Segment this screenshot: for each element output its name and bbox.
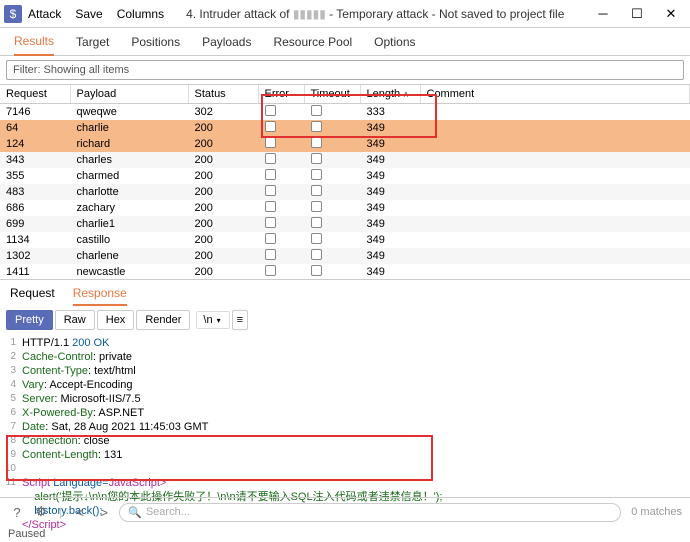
tab-options[interactable]: Options	[374, 35, 415, 55]
filter-row: Filter: Showing all items	[0, 56, 690, 84]
minimize-icon[interactable]: ─	[588, 4, 618, 24]
tab-resource-pool[interactable]: Resource Pool	[273, 35, 352, 55]
col-comment[interactable]: Comment	[420, 85, 690, 104]
help-icon[interactable]: ?	[8, 503, 26, 521]
titlebar: $ Attack Save Columns 4. Intruder attack…	[0, 0, 690, 28]
app-icon: $	[4, 5, 22, 23]
maximize-icon[interactable]: ☐	[622, 4, 652, 24]
menubar: Attack Save Columns	[28, 7, 164, 21]
table-row[interactable]: 124richard200349	[0, 136, 690, 152]
col-payload[interactable]: Payload	[70, 85, 188, 104]
filter-input[interactable]: Filter: Showing all items	[6, 60, 684, 80]
btn-hex[interactable]: Hex	[97, 310, 135, 330]
table-row[interactable]: 1302charlene200349	[0, 248, 690, 264]
table-row[interactable]: 7146qweqwe302333	[0, 104, 690, 121]
menu-columns[interactable]: Columns	[117, 7, 164, 21]
tab-target[interactable]: Target	[76, 35, 109, 55]
menu-save[interactable]: Save	[75, 7, 102, 21]
search-input[interactable]: 🔍Search...	[119, 503, 621, 522]
tab-results[interactable]: Results	[14, 34, 54, 56]
table-row[interactable]: 686zachary200349	[0, 200, 690, 216]
btn-hamburger-icon[interactable]: ≡	[232, 310, 248, 330]
footer: ? ⚙ | < > 🔍Search... 0 matches Paused	[0, 497, 690, 541]
close-icon[interactable]: ✕	[656, 4, 686, 24]
btn-render[interactable]: Render	[136, 310, 190, 330]
col-timeout[interactable]: Timeout	[304, 85, 360, 104]
btn-pretty[interactable]: Pretty	[6, 310, 53, 330]
table-row[interactable]: 1411newcastle200349	[0, 264, 690, 280]
tab-request[interactable]: Request	[10, 286, 55, 306]
nav-right-icon[interactable]: >	[95, 503, 113, 521]
btn-raw[interactable]: Raw	[55, 310, 95, 330]
match-count: 0 matches	[631, 506, 682, 518]
col-length[interactable]: Length	[360, 85, 420, 104]
col-status[interactable]: Status	[188, 85, 258, 104]
menu-attack[interactable]: Attack	[28, 7, 61, 21]
col-request[interactable]: Request	[0, 85, 70, 104]
col-error[interactable]: Error	[258, 85, 304, 104]
table-row[interactable]: 343charles200349	[0, 152, 690, 168]
results-table-wrap: Request Payload Status Error Timeout Len…	[0, 84, 690, 280]
response-toolbar: Pretty Raw Hex Render \n▾ ≡	[0, 306, 690, 334]
settings-gear-icon[interactable]: ⚙	[32, 503, 50, 521]
tab-payloads[interactable]: Payloads	[202, 35, 251, 55]
table-row[interactable]: 355charmed200349	[0, 168, 690, 184]
tab-positions[interactable]: Positions	[131, 35, 180, 55]
table-row[interactable]: 64charlie200349	[0, 120, 690, 136]
newline-converter[interactable]: \n▾	[196, 311, 229, 329]
detail-tabs: Request Response	[0, 280, 690, 306]
main-tabs: Results Target Positions Payloads Resour…	[0, 28, 690, 56]
window-title: 4. Intruder attack of ▮▮▮▮▮ - Temporary …	[186, 7, 564, 21]
table-row[interactable]: 483charlotte200349	[0, 184, 690, 200]
status-text: Paused	[0, 526, 690, 542]
results-table: Request Payload Status Error Timeout Len…	[0, 85, 690, 280]
tab-response[interactable]: Response	[73, 286, 127, 306]
nav-left-icon[interactable]: <	[71, 503, 89, 521]
table-row[interactable]: 699charlie1200349	[0, 216, 690, 232]
table-row[interactable]: 1134castillo200349	[0, 232, 690, 248]
